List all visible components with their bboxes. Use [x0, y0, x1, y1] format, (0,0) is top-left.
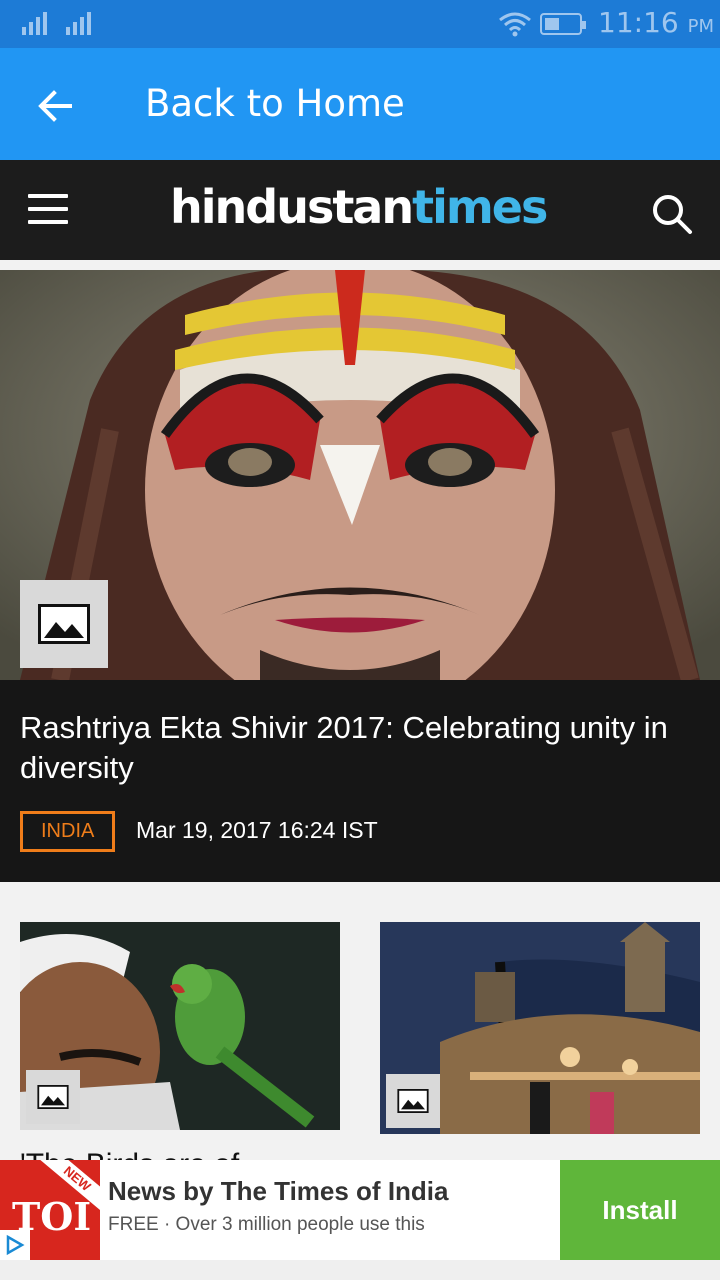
clock-time: 11:16 — [598, 6, 679, 39]
status-bar: 11:16 PM — [0, 0, 720, 48]
article-card-thumbnail[interactable] — [380, 922, 700, 1134]
image-icon — [38, 604, 90, 644]
signal-icon — [66, 12, 91, 35]
ad-banner[interactable]: TOI NEW News by The Times of India FREE … — [0, 1160, 720, 1260]
image-icon — [37, 1085, 69, 1109]
logo-part-times: times — [412, 180, 548, 234]
ad-title[interactable]: News by The Times of India — [108, 1176, 449, 1207]
image-icon — [397, 1089, 429, 1113]
status-clock: 11:16 PM — [598, 6, 714, 39]
gallery-badge — [20, 580, 108, 668]
bottom-strip — [0, 1260, 720, 1280]
signal-icon — [22, 12, 47, 35]
article-card-thumbnail[interactable] — [20, 922, 340, 1130]
wifi-icon — [499, 12, 531, 37]
toi-app-logo[interactable]: TOI NEW — [0, 1160, 100, 1260]
ad-subtitle: FREE · Over 3 million people use this — [108, 1214, 425, 1235]
gallery-badge — [26, 1070, 80, 1124]
hero-article[interactable]: Rashtriya Ekta Shivir 2017: Celebrating … — [0, 270, 720, 882]
publish-date: Mar 19, 2017 16:24 IST — [136, 817, 378, 843]
menu-icon[interactable] — [28, 194, 68, 226]
hero-headline[interactable]: Rashtriya Ekta Shivir 2017: Celebrating … — [20, 708, 700, 788]
app-bar: Back to Home — [0, 48, 720, 160]
gallery-badge — [386, 1074, 440, 1128]
category-tag[interactable]: INDIA — [20, 811, 116, 852]
battery-icon — [540, 13, 586, 35]
hero-image[interactable] — [0, 270, 720, 680]
site-logo[interactable]: hindustantimes — [170, 180, 548, 234]
ad-choices-icon[interactable] — [0, 1230, 30, 1260]
logo-part-hindustan: hindustan — [170, 180, 414, 234]
search-icon[interactable] — [648, 190, 694, 236]
site-header: hindustantimes — [0, 160, 720, 260]
install-button[interactable]: Install — [560, 1160, 720, 1260]
clock-ampm: PM — [687, 16, 714, 37]
back-arrow-icon[interactable] — [30, 80, 82, 132]
back-to-home-title[interactable]: Back to Home — [145, 82, 405, 125]
